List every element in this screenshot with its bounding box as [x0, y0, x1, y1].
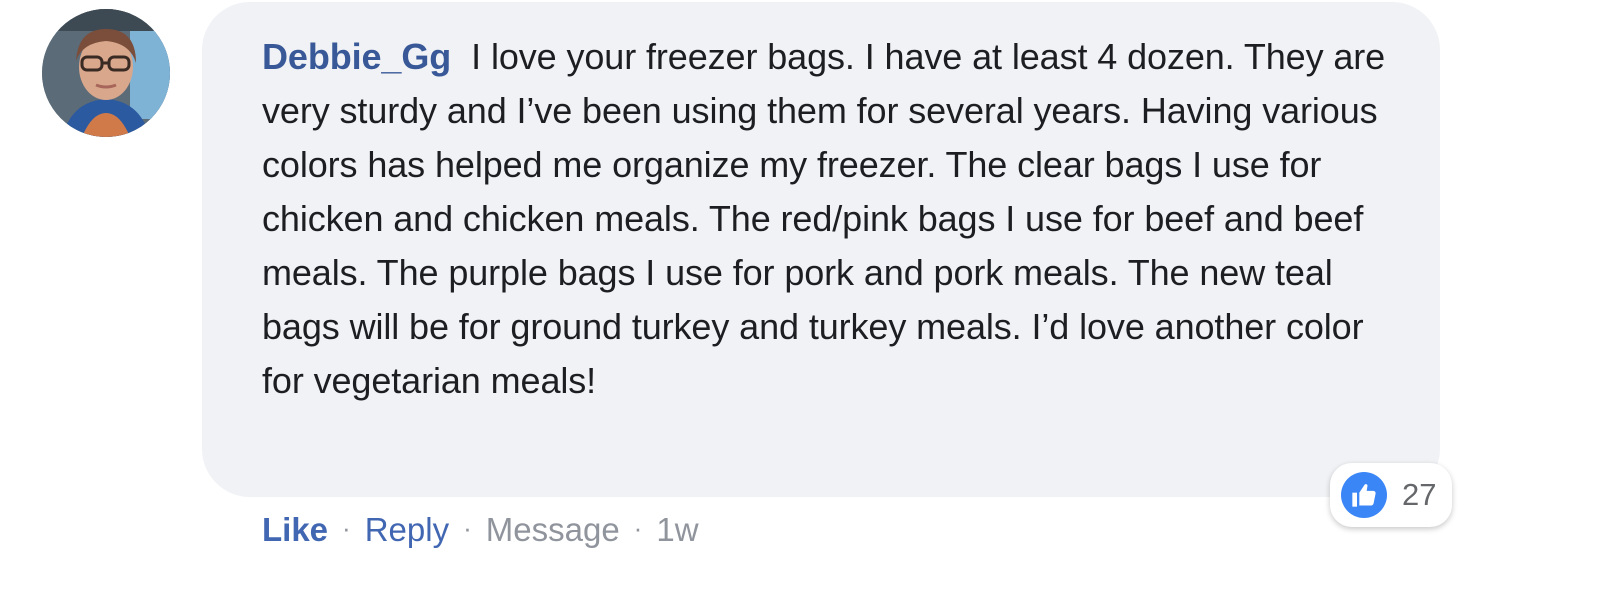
comment-actions: Like · Reply · Message · 1w — [262, 506, 699, 556]
thumbs-up-icon — [1341, 472, 1387, 518]
reply-link[interactable]: Reply — [365, 511, 449, 548]
comment: Debbie_Gg I love your freezer bags. I hav… — [0, 0, 1600, 595]
like-link[interactable]: Like — [262, 511, 328, 548]
separator-dot: · — [463, 513, 472, 543]
avatar-photo — [42, 9, 170, 137]
author-name[interactable]: Debbie_Gg — [262, 36, 451, 77]
timestamp[interactable]: 1w — [656, 511, 698, 548]
reaction-summary[interactable]: 27 — [1330, 463, 1452, 527]
message-link[interactable]: Message — [486, 511, 620, 548]
separator-dot: · — [342, 513, 351, 543]
avatar[interactable] — [42, 9, 170, 137]
comment-text: I love your freezer bags. I have at leas… — [262, 36, 1386, 401]
reaction-count: 27 — [1402, 477, 1437, 512]
comment-body: Debbie_Gg I love your freezer bags. I hav… — [262, 30, 1412, 408]
separator-dot: · — [633, 513, 643, 543]
